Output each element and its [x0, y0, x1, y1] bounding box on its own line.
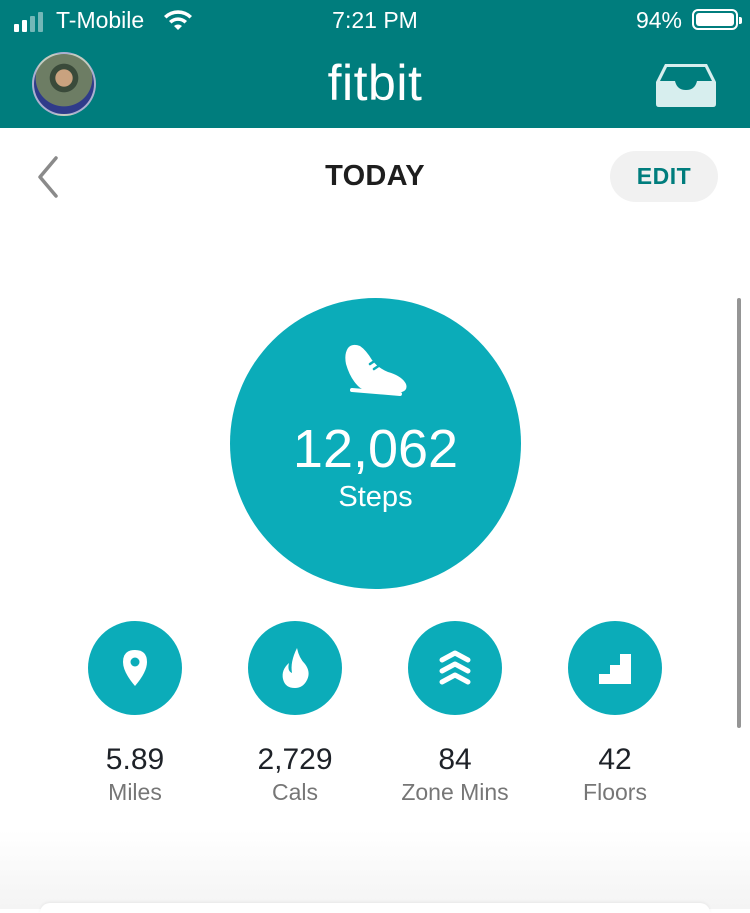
fitbit-logo: fitbit	[327, 55, 423, 111]
edit-button[interactable]: EDIT	[610, 151, 718, 202]
stat-zone-mins[interactable]: 84 Zone Mins	[375, 621, 535, 806]
stat-cals[interactable]: 2,729 Cals	[215, 621, 375, 806]
stat-value: 5.89	[105, 743, 165, 776]
location-pin-icon	[123, 650, 147, 686]
steps-value: 12,062	[292, 419, 459, 479]
status-bar: T-Mobile 7:21 PM 94%	[0, 0, 750, 42]
stairs-icon	[599, 654, 631, 684]
stat-label: Miles	[108, 779, 162, 805]
stat-miles[interactable]: 5.89 Miles	[55, 621, 215, 806]
stat-value: 42	[598, 743, 632, 776]
stat-label: Zone Mins	[401, 779, 509, 805]
stat-floors[interactable]: 42 Floors	[535, 621, 695, 806]
bottom-section	[0, 830, 750, 909]
scrollbar[interactable]	[737, 298, 741, 728]
next-card[interactable]	[40, 903, 710, 913]
inbox-icon[interactable]	[655, 62, 717, 108]
top-bar: T-Mobile 7:21 PM 94% fitbit	[0, 0, 750, 128]
battery-percent: 94%	[635, 7, 682, 33]
cals-badge	[248, 621, 342, 715]
steps-tile[interactable]: 12,062 Steps	[230, 298, 521, 589]
battery-icon	[692, 9, 742, 30]
miles-badge	[88, 621, 182, 715]
stat-value: 84	[438, 743, 472, 776]
stat-label: Floors	[583, 779, 647, 805]
stat-value: 2,729	[257, 743, 333, 776]
chevrons-up-icon	[439, 650, 471, 685]
flame-icon	[282, 648, 309, 688]
steps-label: Steps	[338, 481, 413, 513]
floors-badge	[568, 621, 662, 715]
zone-mins-badge	[408, 621, 502, 715]
stat-label: Cals	[271, 779, 318, 805]
shoe-icon	[345, 344, 407, 396]
